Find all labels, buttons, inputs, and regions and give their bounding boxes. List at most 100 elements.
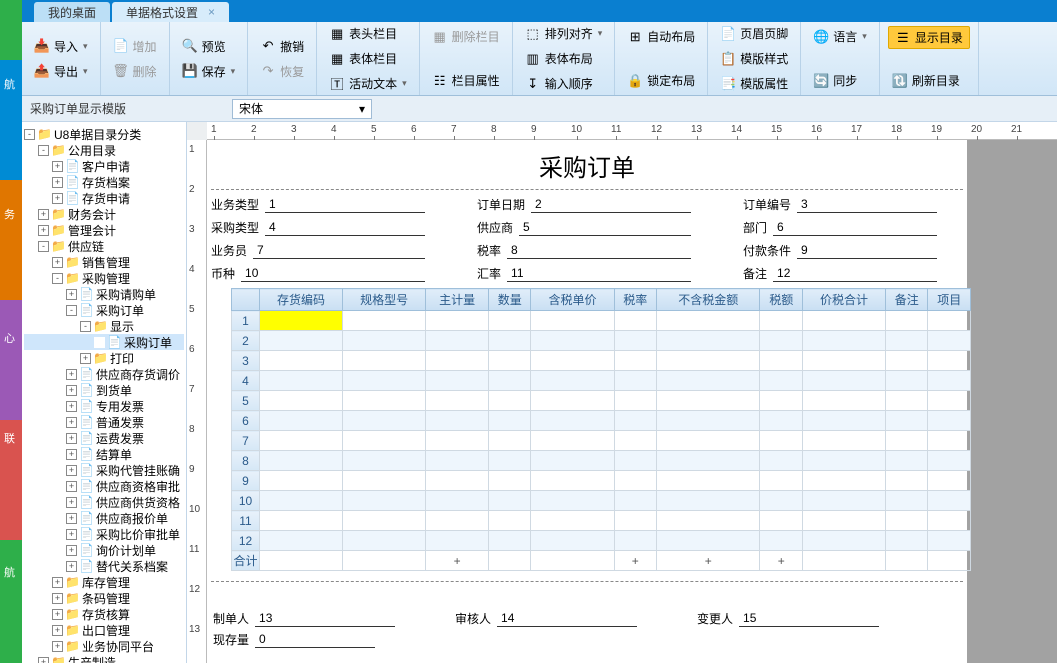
table-cell[interactable] (760, 511, 802, 531)
table-cell[interactable] (928, 331, 971, 351)
table-cell[interactable] (260, 511, 343, 531)
table-cell[interactable] (657, 451, 760, 471)
table-cell[interactable] (614, 351, 656, 371)
table-row[interactable]: 1 (232, 311, 971, 331)
close-icon[interactable]: × (208, 5, 215, 19)
tree-item[interactable]: -📁采购管理 (24, 270, 184, 286)
table-cell[interactable] (760, 311, 802, 331)
table-row[interactable]: 12 (232, 531, 971, 551)
table-cell[interactable] (260, 331, 343, 351)
table-cell[interactable] (489, 491, 531, 511)
tree-item[interactable]: +📄供应商存货调价 (24, 366, 184, 382)
table-cell[interactable] (260, 471, 343, 491)
table-row[interactable]: 6 (232, 411, 971, 431)
table-cell[interactable] (760, 531, 802, 551)
undo-button[interactable]: ↶撤销 (256, 36, 308, 57)
field-pay-term[interactable]: 9 (797, 243, 937, 259)
table-cell[interactable] (489, 371, 531, 391)
save-button[interactable]: 💾保存▾ (178, 61, 240, 82)
table-cell[interactable] (426, 411, 489, 431)
delete-button[interactable]: 🗑删除 (109, 61, 161, 82)
expander-icon[interactable]: + (66, 449, 77, 460)
tree-item[interactable]: -📁供应链 (24, 238, 184, 254)
table-cell[interactable] (343, 431, 426, 451)
table-cell[interactable] (531, 491, 614, 511)
column-header[interactable]: 税额 (760, 289, 802, 311)
field-maker[interactable]: 13 (255, 611, 395, 627)
table-cell[interactable] (260, 311, 343, 331)
table-cell[interactable] (426, 511, 489, 531)
language-button[interactable]: 🌐语言▾ (809, 26, 871, 47)
field-exrate[interactable]: 11 (507, 266, 691, 282)
table-cell[interactable] (657, 371, 760, 391)
column-header[interactable]: 规格型号 (343, 289, 426, 311)
table-row[interactable]: 8 (232, 451, 971, 471)
column-header[interactable]: 不含税金额 (657, 289, 760, 311)
table-cell[interactable] (760, 411, 802, 431)
table-cell[interactable] (657, 331, 760, 351)
expander-icon[interactable]: + (52, 577, 63, 588)
table-cell[interactable] (886, 511, 928, 531)
column-header[interactable]: 主计量 (426, 289, 489, 311)
row-number-header[interactable] (232, 289, 260, 311)
template-style-button[interactable]: 📋模版样式 (716, 48, 792, 69)
expander-icon[interactable] (94, 337, 105, 348)
table-cell[interactable] (489, 331, 531, 351)
expander-icon[interactable]: + (52, 177, 63, 188)
table-cell[interactable] (760, 351, 802, 371)
table-cell[interactable] (886, 411, 928, 431)
tree-item[interactable]: +📄专用发票 (24, 398, 184, 414)
table-cell[interactable] (614, 311, 656, 331)
tree-item[interactable]: +📄普通发票 (24, 414, 184, 430)
table-cell[interactable] (928, 471, 971, 491)
table-cell[interactable] (657, 431, 760, 451)
expander-icon[interactable]: + (66, 513, 77, 524)
table-cell[interactable] (531, 331, 614, 351)
tree-item[interactable]: +📄采购请购单 (24, 286, 184, 302)
expander-icon[interactable]: - (38, 241, 49, 252)
table-cell[interactable] (760, 451, 802, 471)
expander-icon[interactable]: + (66, 433, 77, 444)
field-supplier[interactable]: 5 (519, 220, 691, 236)
table-cell[interactable] (657, 411, 760, 431)
table-cell[interactable] (260, 531, 343, 551)
tree-item[interactable]: +📁业务协同平台 (24, 638, 184, 654)
expander-icon[interactable]: + (38, 209, 49, 220)
tab-form-settings[interactable]: 单据格式设置× (112, 2, 229, 22)
body-column-button[interactable]: ▦表体栏目 (325, 48, 411, 69)
lock-layout-button[interactable]: 🔒锁定布局 (623, 70, 699, 91)
table-cell[interactable] (343, 511, 426, 531)
expander-icon[interactable]: + (80, 353, 91, 364)
table-cell[interactable] (802, 531, 885, 551)
table-cell[interactable] (531, 431, 614, 451)
expander-icon[interactable]: + (66, 529, 77, 540)
table-cell[interactable] (614, 431, 656, 451)
tree-item[interactable]: +📁出口管理 (24, 622, 184, 638)
detail-table[interactable]: 存货编码规格型号主计量数量含税单价税率不含税金额税额价税合计备注项目 12345… (231, 288, 971, 571)
expander-icon[interactable]: + (66, 417, 77, 428)
table-cell[interactable] (886, 531, 928, 551)
field-reviewer[interactable]: 14 (497, 611, 637, 627)
tree-item[interactable]: +📄结算单 (24, 446, 184, 462)
table-cell[interactable] (614, 491, 656, 511)
field-order-no[interactable]: 3 (797, 197, 937, 213)
table-row[interactable]: 11 (232, 511, 971, 531)
table-cell[interactable] (614, 391, 656, 411)
table-cell[interactable] (928, 311, 971, 331)
expander-icon[interactable]: + (38, 225, 49, 236)
design-surface[interactable]: 采购订单 业务类型1 订单日期2 订单编号3 采购类型4 供应商5 部门6 业务… (207, 140, 1057, 663)
header-column-button[interactable]: ▦表头栏目 (325, 23, 411, 44)
table-cell[interactable] (614, 331, 656, 351)
table-cell[interactable] (343, 351, 426, 371)
expander-icon[interactable]: + (52, 609, 63, 620)
expander-icon[interactable]: + (66, 465, 77, 476)
table-cell[interactable] (426, 431, 489, 451)
table-cell[interactable] (343, 531, 426, 551)
table-cell[interactable] (260, 351, 343, 371)
field-stock[interactable]: 0 (255, 632, 375, 648)
table-cell[interactable] (614, 451, 656, 471)
table-cell[interactable] (489, 391, 531, 411)
expander-icon[interactable]: - (38, 145, 49, 156)
table-cell[interactable] (343, 371, 426, 391)
expander-icon[interactable]: + (52, 641, 63, 652)
